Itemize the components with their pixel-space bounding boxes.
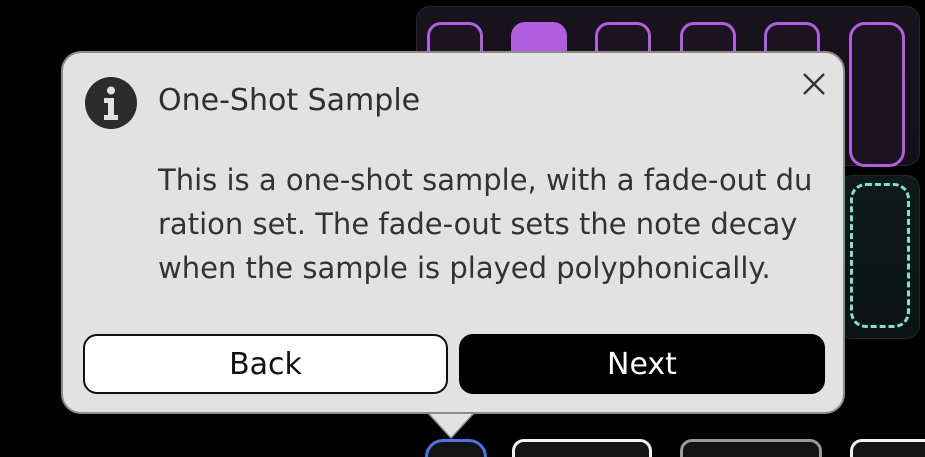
sample-pad-tall[interactable] bbox=[849, 22, 905, 167]
screen: One-Shot Sample This is a one-shot sampl… bbox=[0, 0, 925, 457]
bottom-strip-button[interactable] bbox=[850, 439, 925, 457]
info-icon bbox=[85, 77, 137, 129]
bottom-strip-button[interactable] bbox=[512, 439, 652, 457]
dialog-title: One-Shot Sample bbox=[158, 83, 421, 118]
next-button[interactable]: Next bbox=[459, 334, 825, 394]
bottom-strip-button-selected[interactable] bbox=[425, 439, 487, 457]
dialog-body-text: This is a one-shot sample, with a fade-o… bbox=[158, 163, 813, 285]
tutorial-dialog: One-Shot Sample This is a one-shot sampl… bbox=[61, 51, 845, 414]
back-button[interactable]: Back bbox=[83, 334, 448, 394]
close-icon[interactable] bbox=[797, 67, 831, 101]
dialog-pointer bbox=[429, 413, 473, 437]
empty-pad-slot[interactable] bbox=[850, 183, 910, 328]
bottom-strip-button[interactable] bbox=[680, 439, 822, 457]
